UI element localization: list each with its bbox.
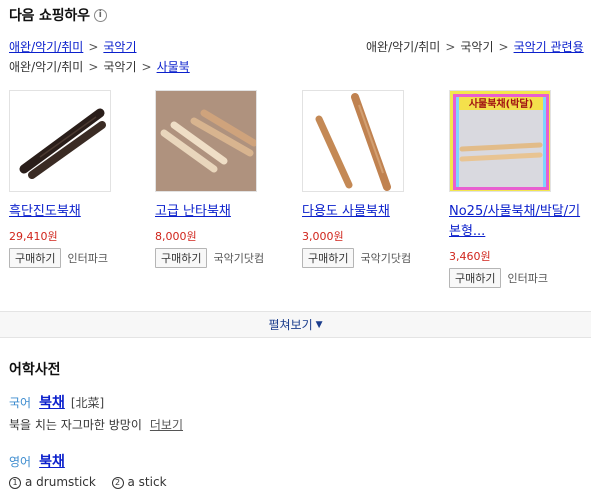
product-price: 3,000원 [302,230,344,243]
language-tag: 국어 [9,396,32,410]
product-name-link[interactable]: 고급 난타북채 [155,202,295,222]
seller-name: 국악기닷컴 [360,252,412,265]
buy-button[interactable]: 구매하기 [449,268,502,288]
product-card: 고급 난타북채 8,000원 구매하기 국악기닷컴 [155,90,295,268]
seller-name: 인터파크 [67,252,108,265]
product-price: 8,000원 [155,230,197,243]
seller-name: 인터파크 [507,272,548,285]
dictionary-korean-entry: 국어 북채 [北菜] [9,392,104,412]
product-buy-line: 구매하기 인터파크 [9,248,149,268]
product-image[interactable]: 사물북채(박달) [449,90,551,192]
product-image-caption: 사물북채(박달) [469,97,533,110]
expand-bar[interactable]: 펼쳐보기 ▼ [0,311,591,338]
breadcrumb-link[interactable]: 사물북 [157,60,190,74]
breadcrumb-separator: > [88,60,99,74]
breadcrumb-category-right: 애완/악기/취미 > 국악기 > 국악기 관련용 [366,38,584,55]
shopping-header: 다음 쇼핑하우 i [9,5,107,25]
product-list: 흑단진도북채 29,410원 구매하기 인터파크 고급 난타북채 8,000원 … [0,90,591,310]
product-name-link[interactable]: 흑단진도북채 [9,202,149,222]
meaning-text: a drumstick [25,475,96,489]
drumstick-image-icon [303,91,403,191]
breadcrumb-link[interactable]: 국악기 [103,40,136,54]
dictionary-korean-definition: 북을 치는 자그마한 방망이 더보기 [9,416,183,433]
product-card: 다용도 사물북채 3,000원 구매하기 국악기닷컴 [302,90,442,268]
product-price: 3,460원 [449,250,491,263]
meaning-number-icon: 1 [9,477,21,489]
dictionary-english-meanings: 1 a drumstick 2a stick [9,475,167,489]
breadcrumb-separator: > [141,60,152,74]
breadcrumb-separator: > [445,40,456,54]
product-image[interactable] [302,90,404,192]
breadcrumb-category-left: 애완/악기/취미 > 국악기 [9,38,137,55]
buy-button[interactable]: 구매하기 [155,248,208,268]
meaning-text: a stick [127,475,167,489]
product-buy-line: 구매하기 인터파크 [449,268,589,288]
buy-button[interactable]: 구매하기 [302,248,355,268]
seller-name: 국악기닷컴 [213,252,265,265]
hanja-text: [北菜] [70,396,105,410]
more-link[interactable]: 더보기 [150,418,183,432]
expand-button[interactable]: 펼쳐보기 [268,316,312,333]
breadcrumb-link[interactable]: 국악기 관련용 [514,40,584,54]
breadcrumb-text: 국악기 [103,60,137,74]
drumstick-image-icon [156,91,256,191]
product-image[interactable] [9,90,111,192]
buy-button[interactable]: 구매하기 [9,248,62,268]
drumstick-image-icon [10,91,110,191]
breadcrumb-separator: > [88,40,99,54]
meaning-number-icon: 2 [111,477,124,489]
breadcrumb-category-second: 애완/악기/취미 > 국악기 > 사물북 [9,58,190,75]
breadcrumb-text: 애완/악기/취미 [366,40,441,54]
product-name-link[interactable]: No25/사물북채/박달/기본형... [449,202,584,242]
dictionary-english-entry: 영어 북채 [9,451,65,471]
shopping-title: 다음 쇼핑하우 [9,8,90,24]
product-name-link[interactable]: 다용도 사물북채 [302,202,442,222]
definition-text: 북을 치는 자그마한 방망이 [9,418,142,432]
breadcrumb-separator: > [498,40,509,54]
product-buy-line: 구매하기 국악기닷컴 [302,248,442,268]
product-image[interactable] [155,90,257,192]
headword-link[interactable]: 북채 [39,395,65,411]
language-tag: 영어 [9,455,32,469]
breadcrumb-text: 애완/악기/취미 [9,60,84,74]
product-card: 흑단진도북채 29,410원 구매하기 인터파크 [9,90,149,268]
drumstick-image-icon: 사물북채(박달) [450,91,550,191]
chevron-down-icon: ▼ [315,319,323,330]
product-buy-line: 구매하기 국악기닷컴 [155,248,295,268]
info-icon[interactable]: i [93,8,107,22]
dictionary-title: 어학사전 [9,362,61,378]
breadcrumb-text: 국악기 [460,40,494,54]
product-card: 사물북채(박달) No25/사물북채/박달/기본형... 3,460원 구매하기… [449,90,589,288]
headword-link[interactable]: 북채 [39,454,65,470]
product-price: 29,410원 [9,230,58,243]
breadcrumb-link[interactable]: 애완/악기/취미 [9,40,83,54]
